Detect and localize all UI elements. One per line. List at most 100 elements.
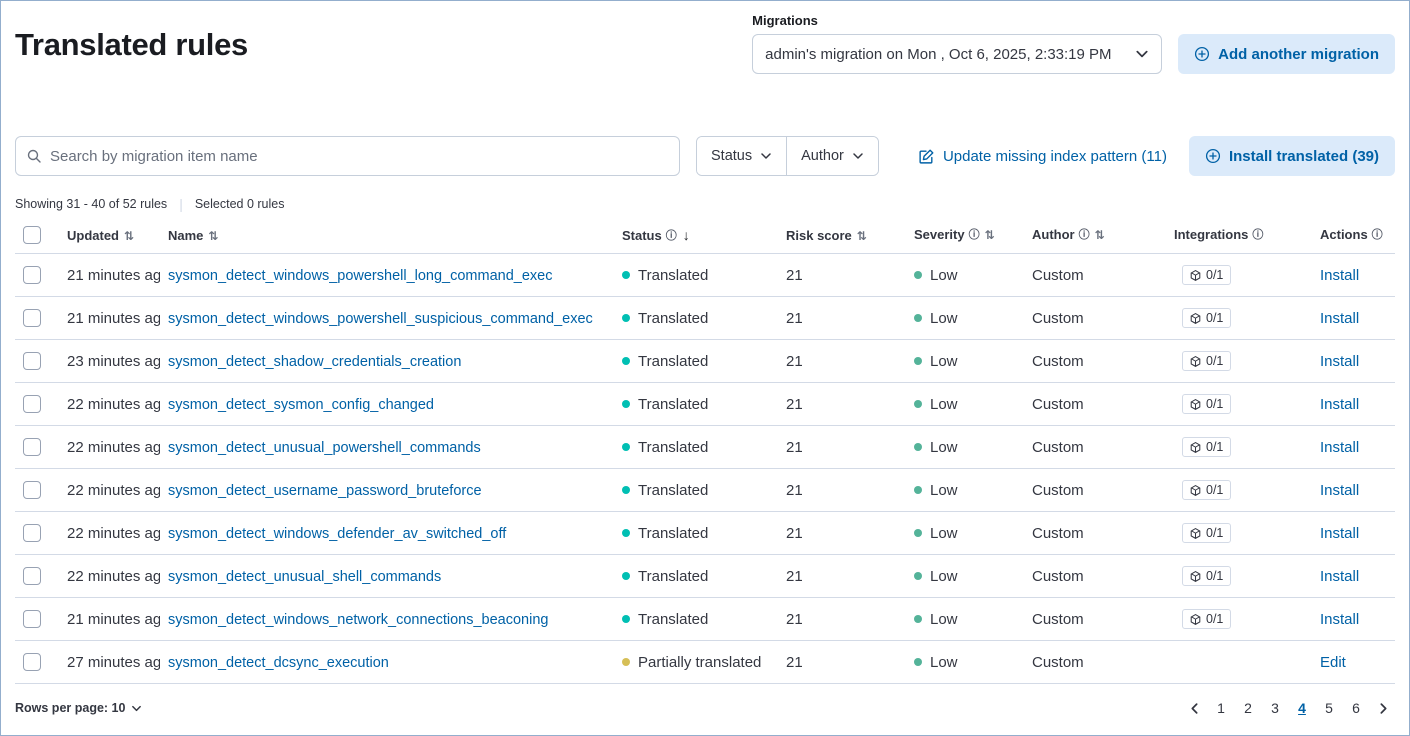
row-action-link[interactable]: Install [1320, 439, 1359, 456]
row-checkbox[interactable] [23, 309, 41, 327]
row-action-link[interactable]: Edit [1320, 654, 1346, 671]
row-checkbox[interactable] [23, 266, 41, 284]
updated-cell: 22 minutes ago [67, 568, 160, 585]
row-checkbox[interactable] [23, 653, 41, 671]
integrations-badge[interactable]: 0/1 [1182, 566, 1231, 586]
rule-name-link[interactable]: sysmon_detect_username_password_brutefor… [168, 483, 482, 499]
chevron-down-icon [852, 150, 864, 162]
translated-rules-page: Translated rules Migrations admin's migr… [0, 0, 1410, 736]
severity-dot [914, 658, 922, 666]
row-checkbox[interactable] [23, 610, 41, 628]
integrations-badge[interactable]: 0/1 [1182, 437, 1231, 457]
row-checkbox[interactable] [23, 567, 41, 585]
row-action-link[interactable]: Install [1320, 353, 1359, 370]
rules-table: Updated⇅ Name⇅ Statusⓘ↓ Risk score⇅ Seve… [15, 218, 1395, 684]
add-migration-label: Add another migration [1218, 46, 1379, 63]
rule-name-link[interactable]: sysmon_detect_sysmon_config_changed [168, 397, 434, 413]
page-button-1[interactable]: 1 [1209, 696, 1233, 720]
row-action-link[interactable]: Install [1320, 525, 1359, 542]
next-page-button[interactable] [1371, 696, 1395, 720]
severity-text: Low [930, 353, 958, 370]
install-translated-label: Install translated (39) [1229, 148, 1379, 165]
select-all-checkbox[interactable] [23, 226, 41, 244]
table-row: 22 minutes ago sysmon_detect_windows_def… [15, 512, 1395, 555]
column-header-author[interactable]: Authorⓘ⇅ [1024, 218, 1166, 254]
row-action-link[interactable]: Install [1320, 611, 1359, 628]
rows-per-page-button[interactable]: Rows per page: 10 [15, 701, 142, 715]
page-button-4-active[interactable]: 4 [1290, 696, 1314, 720]
results-summary: Showing 31 - 40 of 52 rules | Selected 0… [15, 196, 1395, 212]
package-icon [1190, 270, 1201, 281]
update-index-pattern-link[interactable]: Update missing index pattern (11) [918, 148, 1167, 165]
row-action-link[interactable]: Install [1320, 568, 1359, 585]
row-checkbox[interactable] [23, 438, 41, 456]
status-dot [622, 615, 630, 623]
row-checkbox[interactable] [23, 395, 41, 413]
add-migration-button[interactable]: Add another migration [1178, 34, 1395, 74]
summary-divider: | [179, 196, 183, 212]
previous-page-button[interactable] [1182, 696, 1206, 720]
page-button-2[interactable]: 2 [1236, 696, 1260, 720]
page-button-5[interactable]: 5 [1317, 696, 1341, 720]
status-dot [622, 658, 630, 666]
author-cell: Custom [1032, 310, 1084, 327]
row-checkbox[interactable] [23, 352, 41, 370]
row-checkbox[interactable] [23, 524, 41, 542]
row-checkbox[interactable] [23, 481, 41, 499]
row-action-link[interactable]: Install [1320, 396, 1359, 413]
integrations-badge[interactable]: 0/1 [1182, 609, 1231, 629]
author-cell: Custom [1032, 396, 1084, 413]
status-dot [622, 271, 630, 279]
toolbar-right-actions: Update missing index pattern (11) Instal… [918, 136, 1395, 176]
status-dot [622, 486, 630, 494]
page-button-6[interactable]: 6 [1344, 696, 1368, 720]
status-filter-button[interactable]: Status [697, 137, 786, 175]
rule-name-link[interactable]: sysmon_detect_windows_network_connection… [168, 612, 548, 628]
integrations-count: 0/1 [1206, 569, 1223, 583]
row-action-link[interactable]: Install [1320, 267, 1359, 284]
integrations-badge[interactable]: 0/1 [1182, 523, 1231, 543]
status-dot [622, 357, 630, 365]
rule-name-link[interactable]: sysmon_detect_shadow_credentials_creatio… [168, 354, 461, 370]
column-header-risk-score[interactable]: Risk score⇅ [778, 218, 906, 254]
migration-select[interactable]: admin's migration on Mon , Oct 6, 2025, … [752, 34, 1162, 74]
column-header-severity[interactable]: Severityⓘ⇅ [906, 218, 1024, 254]
package-icon [1190, 399, 1201, 410]
sort-icon: ⇅ [208, 229, 218, 243]
rule-name-link[interactable]: sysmon_detect_windows_powershell_long_co… [168, 268, 552, 284]
author-filter-button[interactable]: Author [786, 137, 878, 175]
column-header-name[interactable]: Name⇅ [160, 218, 614, 254]
column-header-status[interactable]: Statusⓘ↓ [614, 218, 778, 254]
row-action-link[interactable]: Install [1320, 482, 1359, 499]
chevron-down-icon [131, 703, 142, 714]
rule-name-link[interactable]: sysmon_detect_windows_powershell_suspici… [168, 311, 593, 327]
rule-name-link[interactable]: sysmon_detect_unusual_shell_commands [168, 569, 441, 585]
row-action-link[interactable]: Install [1320, 310, 1359, 327]
integrations-badge[interactable]: 0/1 [1182, 480, 1231, 500]
info-icon: ⓘ [666, 230, 677, 242]
integrations-count: 0/1 [1206, 526, 1223, 540]
rule-name-link[interactable]: sysmon_detect_unusual_powershell_command… [168, 440, 481, 456]
package-icon [1190, 356, 1201, 367]
status-text: Translated [638, 482, 708, 499]
table-body: 21 minutes ago sysmon_detect_windows_pow… [15, 254, 1395, 684]
integrations-badge[interactable]: 0/1 [1182, 351, 1231, 371]
install-translated-button[interactable]: Install translated (39) [1189, 136, 1395, 176]
integrations-count: 0/1 [1206, 268, 1223, 282]
package-icon [1190, 442, 1201, 453]
integrations-badge[interactable]: 0/1 [1182, 394, 1231, 414]
plus-circle-icon [1194, 46, 1210, 62]
integrations-badge[interactable]: 0/1 [1182, 265, 1231, 285]
search-input[interactable] [50, 148, 669, 165]
status-text: Translated [638, 396, 708, 413]
status-filter-label: Status [711, 148, 752, 164]
page-button-3[interactable]: 3 [1263, 696, 1287, 720]
rule-name-link[interactable]: sysmon_detect_windows_defender_av_switch… [168, 526, 506, 542]
rule-name-link[interactable]: sysmon_detect_dcsync_execution [168, 655, 389, 671]
column-header-updated[interactable]: Updated⇅ [59, 218, 160, 254]
status-text: Translated [638, 439, 708, 456]
table-row: 22 minutes ago sysmon_detect_sysmon_conf… [15, 383, 1395, 426]
showing-count-text: Showing 31 - 40 of 52 rules [15, 197, 167, 211]
integrations-count: 0/1 [1206, 354, 1223, 368]
integrations-badge[interactable]: 0/1 [1182, 308, 1231, 328]
